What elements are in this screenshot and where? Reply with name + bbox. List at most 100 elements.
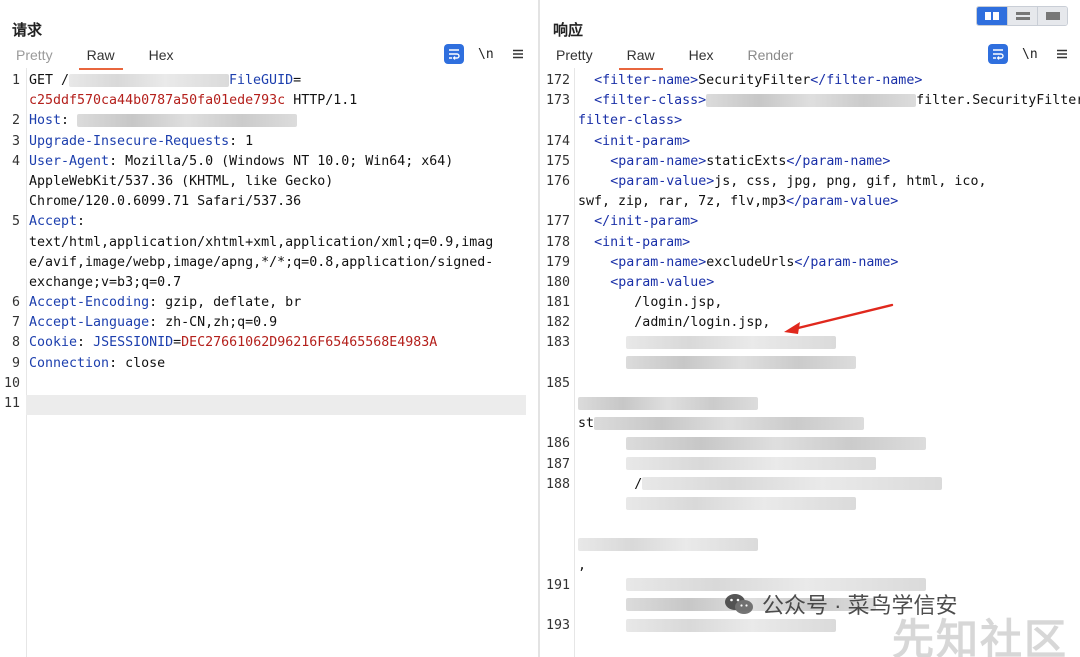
line-text: [578, 535, 758, 555]
redacted-text: [626, 356, 857, 370]
code-line: 188 /: [540, 475, 1080, 495]
line-text: e/avif,image/webp,image/apng,*/*;q=0.8,a…: [29, 253, 493, 273]
line-number: 1: [11, 73, 20, 88]
code-line: 183: [540, 333, 1080, 353]
code-line: 9 Connection: close: [0, 354, 538, 374]
line-text: Host:: [29, 111, 298, 131]
response-tab-hex[interactable]: Hex: [679, 45, 724, 67]
response-tab-pretty[interactable]: Pretty: [546, 45, 603, 67]
text-segment: /admin/login.jsp,: [626, 315, 771, 331]
xml-tag: <param-name>: [610, 153, 707, 169]
split-horizontal-icon[interactable]: [977, 7, 1007, 25]
code-line: st: [540, 414, 1080, 434]
line-number: 2: [11, 113, 20, 129]
text-segment: text/html,application/xhtml+xml,applicat…: [29, 234, 494, 250]
line-text: GET / FileGUID=: [29, 71, 301, 91]
redacted-text: [578, 396, 758, 410]
xml-tag: </filter-name>: [810, 73, 923, 88]
request-editor[interactable]: 1 GET / FileGUID= c25ddf570ca44b0787a50fa01…: [0, 68, 538, 657]
response-editor[interactable]: 172 <filter-name>SecurityFilter</filter-n…: [540, 68, 1080, 657]
line-text: [578, 495, 857, 515]
redacted-text: [626, 457, 877, 471]
request-tab-pretty[interactable]: Pretty: [6, 45, 63, 67]
hamburger-menu-icon[interactable]: [508, 44, 528, 64]
xml-tag: filter-class>: [578, 113, 683, 129]
response-toolbar: \n: [988, 44, 1072, 64]
text-segment: :: [77, 214, 86, 230]
line-text: <init-param>: [578, 132, 690, 152]
redacted-text: [578, 537, 758, 551]
line-text: text/html,application/xhtml+xml,applicat…: [29, 233, 493, 253]
line-number: 181: [545, 295, 570, 311]
xml-tag: <param-value>: [610, 173, 715, 189]
header-name: Accept-Language: [29, 315, 150, 331]
single-pane-icon[interactable]: [1037, 7, 1067, 25]
code-line: 10: [0, 374, 538, 394]
text-segment: exchange;v=b3;q=0.7: [29, 274, 182, 290]
line-number: 4: [11, 153, 20, 169]
code-line: 175 <param-name>staticExts</param-name>: [540, 152, 1080, 172]
xml-tag: </param-value>: [786, 194, 899, 210]
line-number: 3: [11, 133, 20, 149]
line-text: AppleWebKit/537.36 (KHTML, like Gecko): [29, 172, 333, 192]
response-title: 响应: [553, 22, 584, 39]
code-line: filter-class>: [540, 111, 1080, 131]
code-line: 7 Accept-Language: zh-CN,zh;q=0.9: [0, 313, 538, 333]
line-text: /: [578, 475, 943, 495]
line-number: 179: [545, 254, 570, 270]
text-segment: e/avif,image/webp,image/apng,*/*;q=0.8,a…: [29, 254, 494, 270]
code-line: [540, 495, 1080, 515]
text-segment: : close: [109, 355, 166, 371]
line-text: ,: [578, 556, 586, 576]
layout-toggle: [976, 6, 1068, 26]
code-line: [540, 394, 1080, 414]
request-tab-raw[interactable]: Raw: [72, 39, 129, 71]
line-number: 175: [545, 153, 570, 169]
line-text: <filter-name>SecurityFilter</filter-name…: [578, 71, 922, 91]
text-segment: : Mozilla/5.0 (Windows NT 10.0; Win64; x…: [109, 153, 454, 169]
request-tab-hex[interactable]: Hex: [139, 45, 184, 67]
line-text: exchange;v=b3;q=0.7: [29, 273, 181, 293]
code-line: ,: [540, 556, 1080, 576]
line-text: swf, zip, rar, 7z, flv,mp3</param-value>: [578, 192, 898, 212]
code-line: 4 User-Agent: Mozilla/5.0 (Windows NT 10.…: [0, 152, 538, 172]
show-newlines-toggle[interactable]: \n: [1022, 47, 1038, 62]
code-line: 179 <param-name>excludeUrls</param-name>: [540, 253, 1080, 273]
header-value: DEC27661062D96216F65465568E4983A: [181, 335, 438, 351]
code-line: 3 Upgrade-Insecure-Requests: 1: [0, 132, 538, 152]
line-number: 180: [545, 274, 570, 290]
code-line: 176 <param-value>js, css, jpg, png, gif, …: [540, 172, 1080, 192]
line-text: </init-param>: [578, 212, 698, 232]
header-name: User-Agent: [29, 153, 110, 169]
hamburger-menu-icon[interactable]: [1052, 44, 1072, 64]
header-name: Accept-Encoding: [29, 295, 150, 311]
text-segment: =: [173, 335, 182, 351]
text-segment: /: [626, 476, 643, 492]
text-segment: HTTP/1.1: [285, 93, 358, 109]
text-segment: staticExts: [706, 153, 787, 169]
word-wrap-icon[interactable]: [988, 44, 1008, 64]
response-tab-raw[interactable]: Raw: [617, 45, 665, 70]
text-segment: SecurityFilter: [698, 73, 811, 88]
watermark-logo-text: 先知社区: [892, 616, 1069, 657]
line-text: [578, 455, 877, 475]
code-line: AppleWebKit/537.36 (KHTML, like Gecko): [0, 172, 538, 192]
response-tab-render[interactable]: Render: [738, 45, 804, 67]
split-vertical-icon[interactable]: [1007, 7, 1037, 25]
code-line: 174 <init-param>: [540, 132, 1080, 152]
code-line: 177 </init-param>: [540, 212, 1080, 232]
request-code: 1 GET / FileGUID= c25ddf570ca44b0787a50fa01…: [0, 71, 538, 414]
line-number: 185: [545, 375, 570, 391]
line-text: st: [578, 414, 865, 434]
code-line: exchange;v=b3;q=0.7: [0, 273, 538, 293]
header-value: c25ddf570ca44b0787a50fa01ede793c: [29, 93, 286, 109]
code-line: [540, 354, 1080, 374]
line-text: <filter-class>filter.SecurityFilter</: [578, 91, 1080, 111]
show-newlines-toggle[interactable]: \n: [478, 47, 494, 62]
line-text: <param-name>excludeUrls</param-name>: [578, 253, 898, 273]
word-wrap-icon[interactable]: [444, 44, 464, 64]
redacted-text: [77, 113, 298, 127]
text-segment: :: [61, 113, 78, 129]
response-tabs: Pretty Raw Hex Render: [546, 45, 817, 70]
xml-tag: <param-value>: [610, 274, 715, 290]
